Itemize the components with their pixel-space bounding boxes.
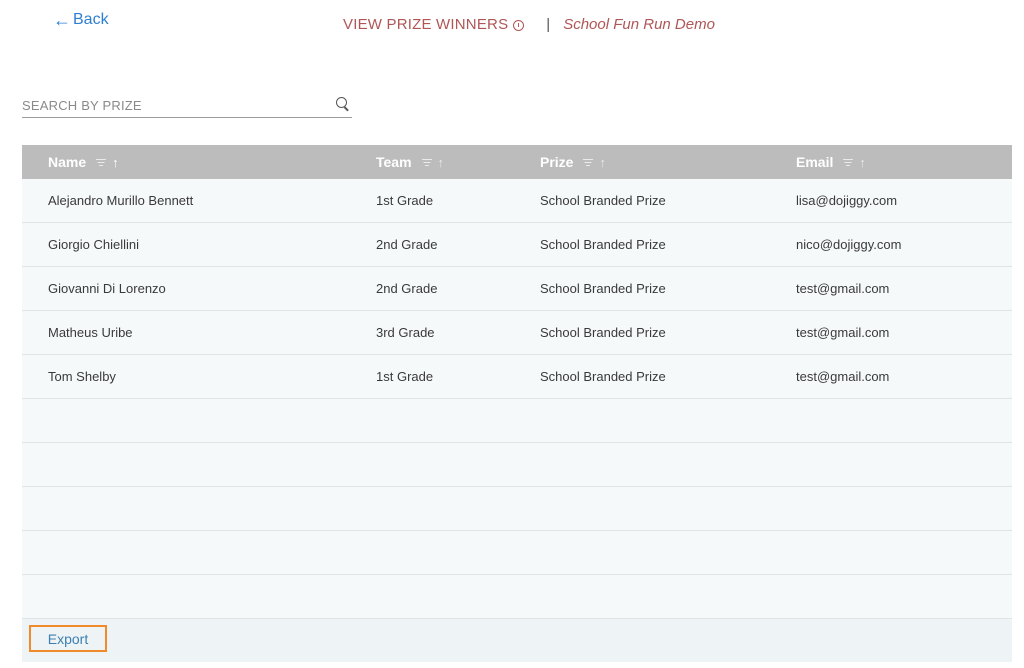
page-header: VIEW PRIZE WINNERS | School Fun Run Demo: [343, 16, 715, 33]
table-row[interactable]: Tom Shelby 1st Grade School Branded Priz…: [22, 355, 1012, 399]
cell-name: Giorgio Chiellini: [48, 237, 140, 252]
cell-email: test@gmail.com: [796, 281, 890, 296]
cell-prize: School Branded Prize: [540, 369, 666, 384]
cell-team: 1st Grade: [376, 369, 434, 384]
info-icon[interactable]: [513, 20, 525, 31]
filter-icon[interactable]: [583, 158, 594, 166]
table-row[interactable]: Matheus Uribe 3rd Grade School Branded P…: [22, 311, 1012, 355]
back-link[interactable]: ← Back: [53, 11, 109, 29]
column-label: Prize: [540, 154, 574, 170]
table-row[interactable]: Giorgio Chiellini 2nd Grade School Brand…: [22, 223, 1012, 267]
table-header: Name ↑ Team ↑ Prize ↑ Email ↑: [22, 145, 1012, 179]
cell-team: 2nd Grade: [376, 281, 438, 296]
table-row[interactable]: Alejandro Murillo Bennett 1st Grade Scho…: [22, 179, 1012, 223]
cell-prize: School Branded Prize: [540, 325, 666, 340]
search-icon[interactable]: [336, 97, 347, 108]
left-arrow-icon: ←: [53, 10, 71, 30]
column-label: Name: [48, 154, 87, 170]
prize-winners-table: Name ↑ Team ↑ Prize ↑ Email ↑ Alejandro …: [22, 145, 1012, 619]
empty-row: [22, 575, 1012, 619]
cell-email: test@gmail.com: [796, 325, 890, 340]
filter-icon[interactable]: [96, 158, 107, 166]
cell-team: 1st Grade: [376, 193, 434, 208]
cell-team: 2nd Grade: [376, 237, 438, 252]
cell-name: Alejandro Murillo Bennett: [48, 193, 194, 208]
page-title: VIEW PRIZE WINNERS: [343, 16, 509, 33]
column-header-prize[interactable]: Prize ↑: [540, 145, 606, 179]
back-label: Back: [73, 11, 109, 28]
cell-email: nico@dojiggy.com: [796, 237, 902, 252]
cell-name: Matheus Uribe: [48, 325, 133, 340]
column-header-team[interactable]: Team ↑: [376, 145, 444, 179]
cell-name: Tom Shelby: [48, 369, 116, 384]
column-label: Team: [376, 154, 412, 170]
cell-email: test@gmail.com: [796, 369, 890, 384]
cell-prize: School Branded Prize: [540, 193, 666, 208]
empty-row: [22, 487, 1012, 531]
cell-name: Giovanni Di Lorenzo: [48, 281, 166, 296]
table-row[interactable]: Giovanni Di Lorenzo 2nd Grade School Bra…: [22, 267, 1012, 311]
sort-up-arrow-icon[interactable]: ↑: [599, 155, 606, 170]
empty-row: [22, 399, 1012, 443]
cell-email: lisa@dojiggy.com: [796, 193, 898, 208]
cell-prize: School Branded Prize: [540, 237, 666, 252]
table-footer: Export: [22, 619, 1012, 662]
filter-icon[interactable]: [843, 158, 854, 166]
cell-prize: School Branded Prize: [540, 281, 666, 296]
filter-icon[interactable]: [421, 158, 432, 166]
empty-row: [22, 531, 1012, 575]
export-button[interactable]: Export: [29, 625, 107, 652]
empty-row: [22, 443, 1012, 487]
sort-up-arrow-icon[interactable]: ↑: [112, 155, 119, 170]
search-input[interactable]: [22, 93, 322, 117]
sort-up-arrow-icon[interactable]: ↑: [859, 155, 866, 170]
sort-up-arrow-icon[interactable]: ↑: [438, 155, 445, 170]
column-label: Email: [796, 154, 834, 170]
column-header-email[interactable]: Email ↑: [796, 145, 866, 179]
event-name: School Fun Run Demo: [563, 16, 715, 33]
search-bar: [22, 92, 352, 118]
cell-team: 3rd Grade: [376, 325, 435, 340]
column-header-name[interactable]: Name ↑: [48, 145, 119, 179]
header-separator: |: [546, 16, 551, 33]
